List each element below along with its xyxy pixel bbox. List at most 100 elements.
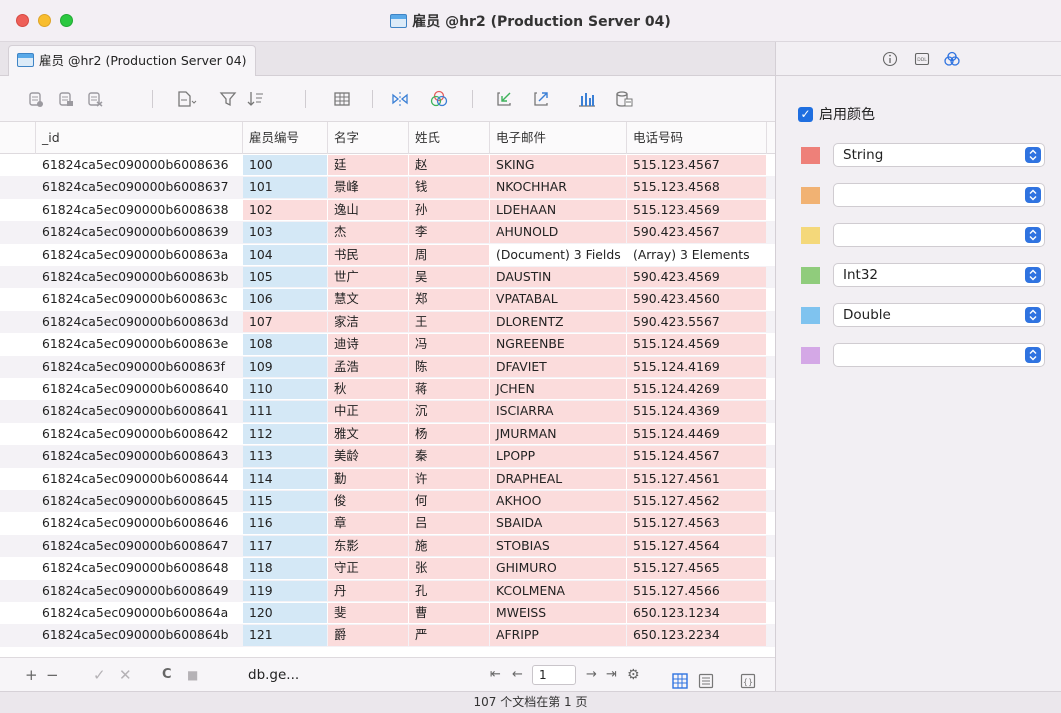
cell-email[interactable]: JMURMAN — [490, 423, 626, 445]
column-header-phone[interactable]: 电话号码 — [627, 122, 767, 154]
cell-email[interactable]: ISCIARRA — [490, 401, 626, 422]
add-row-button[interactable]: + — [25, 658, 38, 692]
cell-last-name[interactable]: 李 — [409, 222, 489, 243]
settings-icon[interactable]: ⚙ — [627, 658, 640, 692]
cell-first-name[interactable]: 中正 — [328, 401, 408, 422]
cell-id[interactable]: 61824ca5ec090000b6008641 — [36, 401, 242, 421]
table-row[interactable]: 61824ca5ec090000b6008643 113 美龄秦 LPOPP 515.1… — [0, 445, 775, 468]
cell-first-name[interactable]: 秋 — [328, 379, 408, 400]
cell-id[interactable]: 61824ca5ec090000b600863b — [36, 267, 242, 287]
cell-first-name[interactable]: 守正 — [328, 558, 408, 579]
cell-last-name[interactable]: 许 — [409, 468, 489, 489]
cell-last-name[interactable]: 郑 — [409, 289, 489, 310]
cell-first-name[interactable]: 勤 — [328, 468, 408, 489]
cell-phone[interactable]: 515.124.4269 — [627, 379, 766, 400]
table-row[interactable]: 61824ca5ec090000b600863e 108 迪诗冯 NGREENBE 51… — [0, 333, 775, 355]
apply-changes-button[interactable]: ✓ — [93, 658, 106, 692]
cell-first-name[interactable]: 廷 — [328, 155, 408, 176]
cell-empno[interactable]: 118 — [243, 558, 327, 579]
type-select[interactable] — [833, 343, 1045, 367]
cell-empno[interactable]: 110 — [243, 379, 327, 400]
color-swatch[interactable] — [801, 267, 820, 284]
cell-id[interactable]: 61824ca5ec090000b600864b — [36, 625, 242, 645]
cell-phone[interactable]: 590.423.4560 — [627, 289, 766, 310]
first-page-button[interactable]: ⇤ — [490, 658, 501, 692]
cell-first-name[interactable]: 雅文 — [328, 423, 408, 445]
form-view-toggle-icon[interactable] — [698, 667, 714, 689]
cell-phone[interactable]: 590.423.5567 — [627, 311, 766, 333]
cell-last-name[interactable]: 孔 — [409, 580, 489, 601]
cell-phone[interactable]: 590.423.4567 — [627, 222, 766, 243]
filter-icon[interactable] — [217, 88, 239, 110]
table-row[interactable]: 61824ca5ec090000b6008647 117 东影施 STOBIAS 515… — [0, 534, 775, 558]
cell-last-name[interactable]: 蒋 — [409, 379, 489, 400]
cell-id[interactable]: 61824ca5ec090000b6008640 — [36, 379, 242, 399]
cell-email[interactable]: SKING — [490, 155, 626, 176]
type-select[interactable]: Int32 — [833, 263, 1045, 287]
type-select[interactable]: String — [833, 143, 1045, 167]
cell-id[interactable]: 61824ca5ec090000b6008647 — [36, 536, 242, 556]
color-swatch[interactable] — [801, 307, 820, 324]
cell-email[interactable]: AFRIPP — [490, 625, 626, 646]
cell-phone[interactable]: 515.127.4565 — [627, 558, 766, 579]
cell-email[interactable]: DFAVIET — [490, 356, 626, 377]
cell-id[interactable]: 61824ca5ec090000b6008646 — [36, 513, 242, 533]
compare-icon[interactable] — [389, 88, 411, 110]
cell-empno[interactable]: 120 — [243, 603, 327, 624]
export-document-icon[interactable] — [175, 88, 197, 110]
enable-color-row[interactable]: ✓ 启用颜色 — [798, 104, 875, 124]
cell-last-name[interactable]: 曹 — [409, 603, 489, 624]
cell-first-name[interactable]: 丹 — [328, 580, 408, 601]
cell-email[interactable]: AHUNOLD — [490, 222, 626, 243]
column-header-last-name[interactable]: 姓氏 — [409, 122, 490, 154]
cell-id[interactable]: 61824ca5ec090000b600863d — [36, 312, 242, 332]
cell-first-name[interactable]: 迪诗 — [328, 334, 408, 355]
cell-last-name[interactable]: 冯 — [409, 334, 489, 355]
cell-empno[interactable]: 108 — [243, 334, 327, 355]
column-header-id[interactable]: _id — [36, 122, 243, 154]
grid-view-toggle-icon[interactable] — [672, 667, 688, 689]
cell-phone[interactable]: 650.123.2234 — [627, 625, 766, 646]
table-row[interactable]: 61824ca5ec090000b6008642 112 雅文杨 JMURMAN 515… — [0, 423, 775, 445]
grid-view-icon[interactable] — [331, 88, 353, 110]
cell-last-name[interactable]: 杨 — [409, 423, 489, 445]
cell-first-name[interactable]: 书民 — [328, 244, 408, 265]
export-icon[interactable] — [530, 88, 552, 110]
cell-id[interactable]: 61824ca5ec090000b600863e — [36, 334, 242, 354]
cell-id[interactable]: 61824ca5ec090000b6008643 — [36, 446, 242, 466]
cell-email[interactable]: AKHOO — [490, 491, 626, 512]
cell-first-name[interactable]: 美龄 — [328, 446, 408, 467]
cell-first-name[interactable]: 东影 — [328, 535, 408, 557]
cell-email[interactable]: DAUSTIN — [490, 267, 626, 288]
cell-email[interactable]: KCOLMENA — [490, 580, 626, 601]
table-row[interactable]: 61824ca5ec090000b600863c 106 慧文郑 VPATABAL 59… — [0, 288, 775, 310]
cell-last-name[interactable]: 张 — [409, 558, 489, 579]
cell-id[interactable]: 61824ca5ec090000b600864a — [36, 603, 242, 623]
cell-phone[interactable]: 515.124.4169 — [627, 356, 766, 377]
cell-phone[interactable]: 515.124.4567 — [627, 446, 766, 467]
table-row[interactable]: 61824ca5ec090000b600863f 109 孟浩陈 DFAVIET 515… — [0, 355, 775, 378]
cell-email[interactable]: GHIMURO — [490, 558, 626, 579]
cell-phone[interactable]: 515.124.4469 — [627, 423, 766, 445]
cell-id[interactable]: 61824ca5ec090000b6008642 — [36, 424, 242, 444]
cell-phone[interactable]: 515.124.4569 — [627, 334, 766, 355]
table-row[interactable]: 61824ca5ec090000b600863b 105 世广吴 DAUSTIN 590… — [0, 266, 775, 289]
cell-id[interactable]: 61824ca5ec090000b6008636 — [36, 155, 242, 175]
cell-empno[interactable]: 109 — [243, 356, 327, 377]
edit-record-icon[interactable] — [55, 88, 77, 110]
cell-empno[interactable]: 117 — [243, 535, 327, 557]
color-rules-icon[interactable] — [428, 88, 450, 110]
cell-phone[interactable]: 590.423.4569 — [627, 267, 766, 288]
cell-id[interactable]: 61824ca5ec090000b6008645 — [36, 491, 242, 511]
table-row[interactable]: 61824ca5ec090000b6008638 102 逸山孙 LDEHAAN 515… — [0, 199, 775, 221]
cell-empno[interactable]: 115 — [243, 491, 327, 512]
cell-first-name[interactable]: 慧文 — [328, 289, 408, 310]
table-row[interactable]: 61824ca5ec090000b6008640 110 秋蒋 JCHEN 515.12… — [0, 378, 775, 400]
column-header-empno[interactable]: 雇员编号 — [243, 122, 328, 154]
cell-empno[interactable]: 106 — [243, 289, 327, 310]
info-icon[interactable] — [882, 51, 898, 67]
previous-page-button[interactable]: ← — [512, 658, 523, 692]
import-icon[interactable] — [493, 88, 515, 110]
cell-id[interactable]: 61824ca5ec090000b6008639 — [36, 222, 242, 242]
cell-empno[interactable]: 103 — [243, 222, 327, 243]
